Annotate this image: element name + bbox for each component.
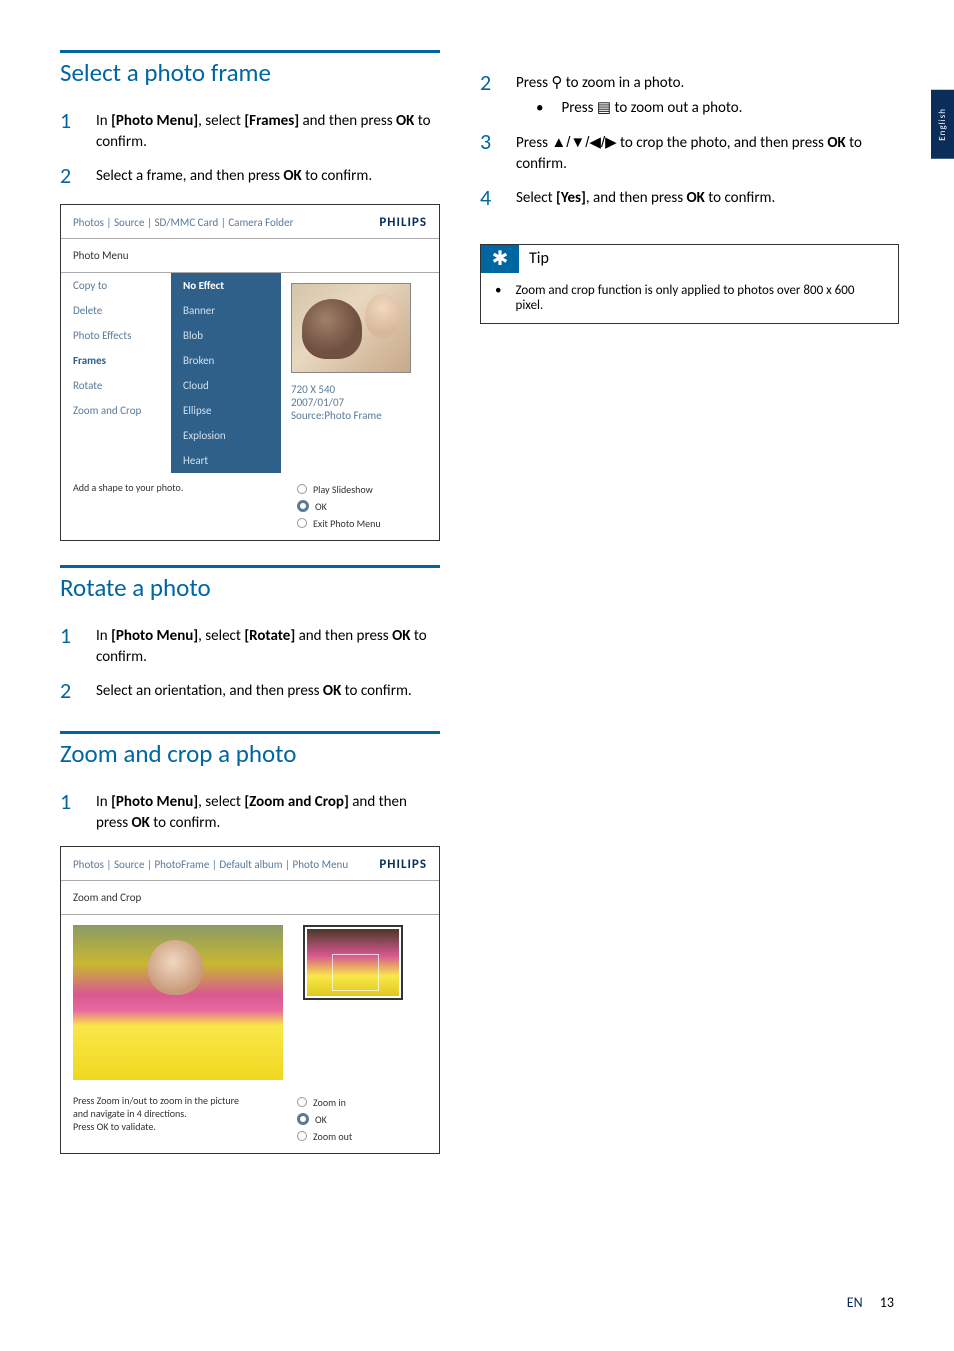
menu-item: Frames bbox=[69, 348, 163, 373]
step-text: Select an orientation, and then press OK… bbox=[96, 676, 440, 707]
step-text: In [Photo Menu], select [Frames] and the… bbox=[96, 106, 440, 153]
bullet-icon: • bbox=[536, 98, 543, 119]
step-number: 1 bbox=[60, 106, 78, 153]
menu-title: Photo Menu bbox=[61, 239, 439, 273]
language-tab: English bbox=[931, 90, 954, 159]
zoom-preview-large bbox=[73, 925, 283, 1080]
ring-icon bbox=[297, 1131, 307, 1141]
step-number: 1 bbox=[60, 787, 78, 834]
tip-icon: ✱ bbox=[481, 245, 519, 273]
zoom-in-icon: ⚲ bbox=[551, 74, 562, 92]
step-number: 3 bbox=[480, 127, 498, 175]
page-footer: EN 13 bbox=[847, 1294, 894, 1311]
screenshot-frames-menu: Photos | Source | SD/MMC Card | Camera F… bbox=[60, 204, 440, 541]
menu-item: Rotate bbox=[69, 373, 163, 398]
button-hint: Zoom out bbox=[297, 1128, 427, 1145]
ring-icon bbox=[297, 1113, 309, 1125]
steps-zoom-continued: 2 Press ⚲ to zoom in a photo. • Press ▤ … bbox=[480, 68, 899, 214]
step-text: Press ▲/▼/◀/▶ to crop the photo, and the… bbox=[516, 127, 899, 175]
button-hint: Zoom in bbox=[297, 1094, 427, 1111]
button-hint: Play Slideshow bbox=[297, 481, 427, 498]
preview-column: 720 X 540 2007/01/07 Source:Photo Frame bbox=[281, 273, 439, 473]
button-hints: Zoom inOKZoom out bbox=[297, 1094, 427, 1145]
hint-text: Press Zoom in/out to zoom in the picture… bbox=[73, 1094, 297, 1145]
left-column: Select a photo frame 1 In [Photo Menu], … bbox=[60, 50, 440, 1178]
menu-item: Heart bbox=[179, 448, 273, 473]
right-column: 2 Press ⚲ to zoom in a photo. • Press ▤ … bbox=[480, 50, 899, 1178]
menu-title: Zoom and Crop bbox=[61, 881, 439, 915]
menu-item: Copy to bbox=[69, 273, 163, 298]
steps-frames: 1 In [Photo Menu], select [Frames] and t… bbox=[60, 106, 440, 192]
menu-item: Zoom and Crop bbox=[69, 398, 163, 423]
brand-logo: PHILIPS bbox=[379, 215, 427, 230]
step-text: Press ⚲ to zoom in a photo. • Press ▤ to… bbox=[516, 68, 899, 119]
photo-meta: 2007/01/07 bbox=[291, 396, 429, 409]
button-hint: Exit Photo Menu bbox=[297, 515, 427, 532]
menu-item: Broken bbox=[179, 348, 273, 373]
menu-column-1: Copy toDeletePhoto EffectsFramesRotateZo… bbox=[61, 273, 171, 473]
button-hints: Play SlideshowOKExit Photo Menu bbox=[297, 481, 427, 532]
photo-meta: 720 X 540 bbox=[291, 383, 429, 396]
bullet-icon: • bbox=[495, 283, 501, 313]
section-title-zoom: Zoom and crop a photo bbox=[60, 731, 440, 769]
screenshot-zoom-crop: Photos | Source | PhotoFrame | Default a… bbox=[60, 846, 440, 1154]
zoom-preview-small bbox=[303, 925, 403, 1000]
ring-icon bbox=[297, 1097, 307, 1107]
steps-zoom: 1 In [Photo Menu], select [Zoom and Crop… bbox=[60, 787, 440, 834]
menu-item: Delete bbox=[69, 298, 163, 323]
breadcrumb: Photos | Source | SD/MMC Card | Camera F… bbox=[73, 216, 293, 229]
step-number: 2 bbox=[480, 68, 498, 119]
footer-lang: EN bbox=[847, 1294, 863, 1311]
ring-icon bbox=[297, 484, 307, 494]
step-text: Select [Yes], and then press OK to confi… bbox=[516, 183, 899, 214]
ring-icon bbox=[297, 500, 309, 512]
zoom-out-icon: ▤ bbox=[597, 99, 611, 117]
step-number: 4 bbox=[480, 183, 498, 214]
tip-label: Tip bbox=[519, 249, 549, 268]
step-number: 2 bbox=[60, 676, 78, 707]
menu-item: Explosion bbox=[179, 423, 273, 448]
menu-item: Blob bbox=[179, 323, 273, 348]
step-number: 1 bbox=[60, 621, 78, 668]
button-hint: OK bbox=[297, 498, 427, 515]
hint-text: Add a shape to your photo. bbox=[73, 481, 297, 532]
menu-item: No Effect bbox=[179, 273, 273, 298]
button-hint: OK bbox=[297, 1111, 427, 1128]
section-title-rotate: Rotate a photo bbox=[60, 565, 440, 603]
arrow-keys-icon: ▲/▼/◀/▶ bbox=[551, 134, 616, 151]
steps-rotate: 1 In [Photo Menu], select [Rotate] and t… bbox=[60, 621, 440, 707]
step-number: 2 bbox=[60, 161, 78, 192]
menu-item: Banner bbox=[179, 298, 273, 323]
footer-page-number: 13 bbox=[880, 1294, 894, 1311]
menu-column-2: No EffectBannerBlobBrokenCloudEllipseExp… bbox=[171, 273, 281, 473]
step-text: Select a frame, and then press OK to con… bbox=[96, 161, 440, 192]
step-text: In [Photo Menu], select [Zoom and Crop] … bbox=[96, 787, 440, 834]
breadcrumb: Photos | Source | PhotoFrame | Default a… bbox=[73, 858, 348, 871]
ring-icon bbox=[297, 518, 307, 528]
photo-meta: Source:Photo Frame bbox=[291, 409, 429, 422]
preview-photo bbox=[291, 283, 411, 373]
menu-item: Ellipse bbox=[179, 398, 273, 423]
tip-box: ✱ Tip • Zoom and crop function is only a… bbox=[480, 244, 899, 324]
menu-item: Cloud bbox=[179, 373, 273, 398]
section-title-frames: Select a photo frame bbox=[60, 50, 440, 88]
step-text: In [Photo Menu], select [Rotate] and the… bbox=[96, 621, 440, 668]
menu-item: Photo Effects bbox=[69, 323, 163, 348]
tip-body-text: Zoom and crop function is only applied t… bbox=[515, 283, 884, 313]
brand-logo: PHILIPS bbox=[379, 857, 427, 872]
